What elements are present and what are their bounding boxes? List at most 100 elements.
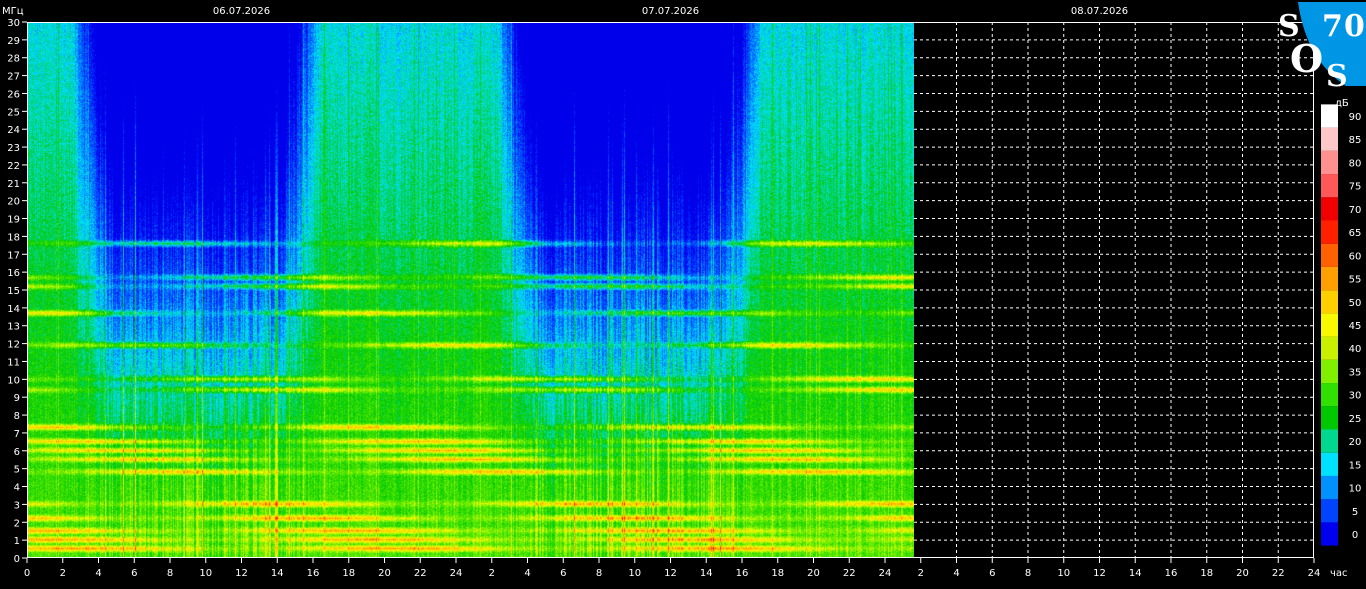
x-tick-label: 22 <box>843 568 856 579</box>
y-tick-label: 0 <box>14 554 20 565</box>
y-tick-label: 24 <box>7 125 20 136</box>
colorbar-swatch <box>1321 383 1338 407</box>
colorbar-swatch <box>1321 174 1338 198</box>
y-tick-label: 27 <box>7 72 20 83</box>
x-tick-label: 12 <box>1093 568 1106 579</box>
y-tick-label: 2 <box>14 518 20 529</box>
x-axis-unit-label: час <box>1330 568 1348 579</box>
colorbar-unit-label: дБ <box>1335 98 1349 109</box>
logo-letter: 7 <box>1322 9 1343 44</box>
y-tick-label: 21 <box>7 179 20 190</box>
colorbar-tick-label: 50 <box>1349 298 1362 309</box>
colorbar-tick-label: 65 <box>1349 228 1362 239</box>
colorbar-tick-label: 85 <box>1349 135 1362 146</box>
y-tick-label: 8 <box>14 411 20 422</box>
date-label: 08.07.2026 <box>1071 6 1128 17</box>
y-tick-label: 25 <box>7 107 20 118</box>
colorbar-swatch <box>1321 452 1338 476</box>
colorbar-tick-label: 75 <box>1349 182 1362 193</box>
x-tick-label: 10 <box>1057 568 1070 579</box>
colorbar-tick-label: 10 <box>1349 484 1362 495</box>
colorbar-tick-label: 45 <box>1349 321 1362 332</box>
x-tick-label: 18 <box>342 568 355 579</box>
colorbar-tick-label: 15 <box>1349 460 1362 471</box>
x-tick-label: 2 <box>918 568 924 579</box>
colorbar-swatch <box>1321 220 1338 244</box>
y-tick-label: 7 <box>14 429 20 440</box>
y-tick-label: 30 <box>7 18 20 29</box>
x-tick-label: 10 <box>628 568 641 579</box>
colorbar-swatch <box>1321 243 1338 267</box>
y-tick-label: 12 <box>7 340 20 351</box>
colorbar-tick-label: 30 <box>1349 391 1362 402</box>
x-tick-label: 22 <box>414 568 427 579</box>
colorbar-swatch <box>1321 197 1338 221</box>
x-tick-label: 16 <box>1165 568 1178 579</box>
colorbar: 0 5 10 15 20 25 30 35 40 45 50 55 60 65 70 75 80 85 90 <box>1321 104 1362 546</box>
x-tick-label: 6 <box>131 568 137 579</box>
colorbar-swatch <box>1321 499 1338 523</box>
colorbar-swatch <box>1321 150 1338 175</box>
colorbar-swatch <box>1321 429 1338 453</box>
date-label: 06.07.2026 <box>213 6 270 17</box>
x-tick-label: 14 <box>1129 568 1142 579</box>
y-tick-label: 5 <box>14 465 20 476</box>
y-tick-label: 4 <box>14 483 20 494</box>
x-tick-label: 8 <box>167 568 173 579</box>
colorbar-tick-label: 55 <box>1349 275 1362 286</box>
colorbar-swatch <box>1321 336 1338 360</box>
y-tick-label: 3 <box>14 500 20 511</box>
x-tick-label: 14 <box>700 568 713 579</box>
empty-region-grid <box>914 22 1314 558</box>
x-tick-label: 22 <box>1272 568 1285 579</box>
colorbar-tick-label: 90 <box>1349 112 1362 123</box>
y-tick-label: 20 <box>7 197 20 208</box>
y-axis-ticks: 0123456789101112131415161718192021222324… <box>7 18 27 565</box>
x-tick-label: 0 <box>24 568 30 579</box>
x-tick-label: 8 <box>596 568 602 579</box>
y-tick-label: 13 <box>7 322 20 333</box>
date-labels: 06.07.2026 07.07.2026 08.07.2026 <box>213 6 1128 17</box>
colorbar-swatch <box>1321 313 1338 337</box>
y-tick-label: 26 <box>7 89 20 100</box>
sos70-logo: S 7 0O S <box>1278 2 1366 94</box>
colorbar-tick-label: 70 <box>1349 205 1362 216</box>
y-tick-label: 18 <box>7 232 20 243</box>
x-tick-label: 16 <box>736 568 749 579</box>
x-tick-label: 12 <box>664 568 677 579</box>
chart-axes-svg: 0123456789101112131415161718192021222324… <box>2 2 1366 579</box>
y-tick-label: 11 <box>7 357 20 368</box>
x-tick-label: 20 <box>807 568 820 579</box>
y-tick-label: 29 <box>7 36 20 47</box>
colorbar-tick-label: 25 <box>1349 414 1362 425</box>
x-tick-label: 20 <box>1236 568 1249 579</box>
x-tick-label: 4 <box>95 568 101 579</box>
colorbar-tick-label: 80 <box>1349 158 1362 169</box>
y-tick-label: 17 <box>7 250 20 261</box>
date-label: 07.07.2026 <box>642 6 699 17</box>
colorbar-swatch <box>1321 406 1338 430</box>
y-tick-label: 22 <box>7 161 20 172</box>
x-tick-label: 4 <box>953 568 959 579</box>
y-tick-label: 14 <box>7 304 20 315</box>
x-tick-label: 6 <box>560 568 566 579</box>
logo-letter: S <box>1326 59 1348 94</box>
x-tick-label: 24 <box>1308 568 1321 579</box>
y-tick-label: 9 <box>14 393 20 404</box>
x-tick-label: 2 <box>60 568 66 579</box>
y-axis-unit-label: МГц <box>2 6 24 17</box>
x-tick-label: 4 <box>524 568 530 579</box>
x-tick-label: 12 <box>235 568 248 579</box>
x-tick-label: 16 <box>307 568 320 579</box>
colorbar-swatch <box>1321 359 1338 384</box>
x-tick-label: 2 <box>489 568 495 579</box>
colorbar-tick-label: 20 <box>1349 437 1362 448</box>
x-tick-label: 24 <box>879 568 892 579</box>
colorbar-swatch <box>1321 127 1338 151</box>
x-tick-label: 10 <box>199 568 212 579</box>
colorbar-tick-label: 35 <box>1349 367 1362 378</box>
x-tick-label: 8 <box>1025 568 1031 579</box>
colorbar-swatch <box>1321 266 1338 291</box>
colorbar-tick-label: 5 <box>1352 507 1358 518</box>
x-axis-ticks: 0 2 4 6 8 10 12 14 16 18 20 22 24 2 4 6 8 10 12 14 16 18 20 22 2… <box>24 558 1321 579</box>
